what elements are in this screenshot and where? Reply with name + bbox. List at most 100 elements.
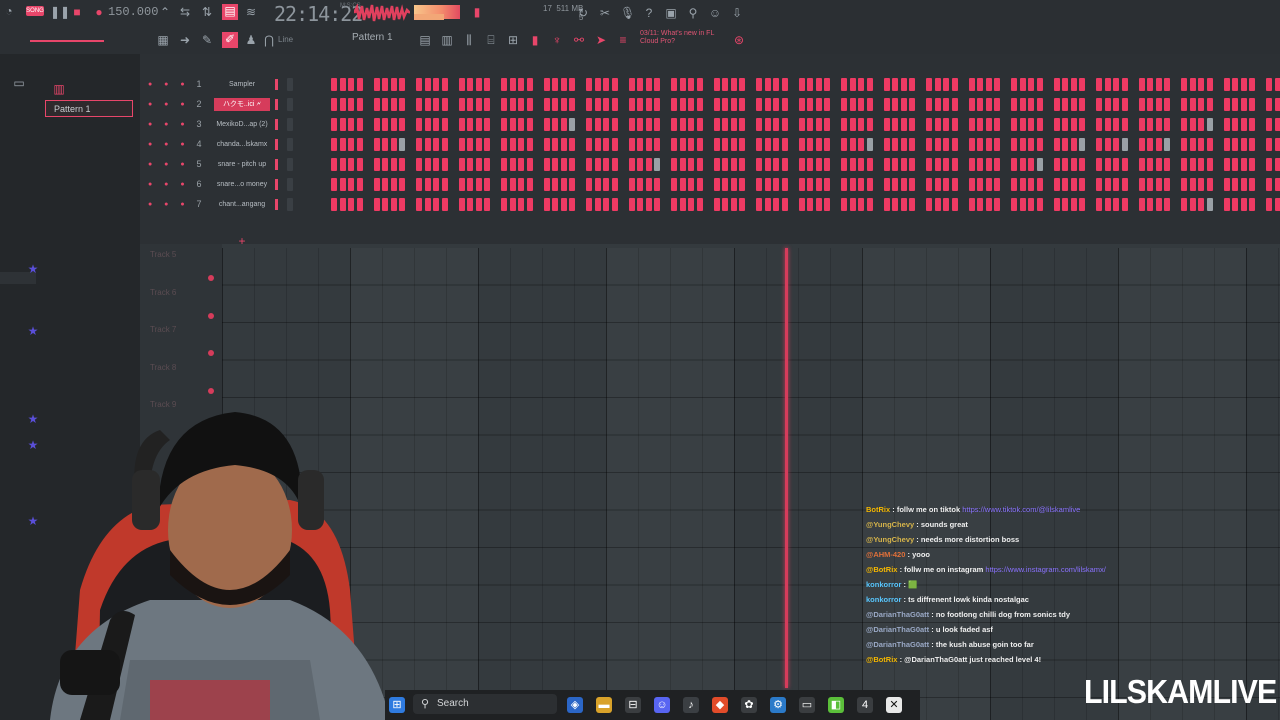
step-button[interactable] [671,98,677,111]
step-button[interactable] [1079,78,1085,91]
star-icon[interactable]: ★ [26,412,40,426]
chat-icon[interactable]: ☺ [708,6,722,20]
step-button[interactable] [1206,178,1213,191]
step-button[interactable] [1121,198,1128,211]
step-button[interactable] [552,78,558,91]
step-button[interactable] [1096,178,1102,191]
step-button[interactable] [1155,78,1162,91]
step-button[interactable] [943,98,949,111]
step-button[interactable] [985,118,992,131]
step-button[interactable] [798,98,805,111]
step-button[interactable] [569,78,575,91]
step-button[interactable] [1206,78,1213,91]
step-button[interactable] [722,158,728,171]
step-button[interactable] [994,98,1000,111]
channel-select-light[interactable] [275,99,278,110]
chat-username[interactable]: @DarianThaG0att [866,625,929,634]
step-button[interactable] [611,118,618,131]
step-button[interactable] [866,118,873,131]
step-button[interactable] [331,118,337,131]
step-button[interactable] [1232,198,1238,211]
step-button[interactable] [781,78,788,91]
step-button[interactable] [501,118,507,131]
step-button[interactable] [611,158,618,171]
step-button[interactable] [883,178,890,191]
step-button[interactable] [287,118,293,131]
step-button[interactable] [781,198,788,211]
step-button[interactable] [1240,118,1247,131]
step-button[interactable] [968,198,975,211]
step-button[interactable] [951,198,958,211]
step-button[interactable] [756,158,762,171]
windows-start-icon[interactable]: ⊞ [389,697,405,713]
step-button[interactable] [1198,138,1204,151]
step-button[interactable] [1274,98,1280,111]
step-button[interactable] [1121,178,1128,191]
taskbar-search[interactable]: ⚲ Search [413,694,557,714]
step-button[interactable] [458,118,465,131]
step-button[interactable] [764,198,771,211]
track-mute-button[interactable] [208,350,214,356]
step-button[interactable] [943,178,949,191]
step-button[interactable] [807,118,813,131]
step-button[interactable] [390,118,397,131]
step-button[interactable] [339,198,346,211]
step-button[interactable] [696,98,703,111]
step-button[interactable] [433,118,439,131]
step-button[interactable] [1028,178,1034,191]
step-button[interactable] [424,78,431,91]
step-button[interactable] [722,78,728,91]
step-button[interactable] [501,138,507,151]
step-button[interactable] [475,78,482,91]
step-button[interactable] [611,138,618,151]
step-button[interactable] [900,78,907,91]
step-button[interactable] [526,78,533,91]
step-button[interactable] [849,138,856,151]
step-button[interactable] [679,98,686,111]
step-button[interactable] [739,98,745,111]
step-sequencer[interactable] [287,158,1280,172]
step-button[interactable] [943,118,949,131]
step-button[interactable] [331,178,337,191]
step-button[interactable] [756,98,762,111]
step-button[interactable] [824,118,830,131]
chat-username[interactable]: konkorror [866,580,901,589]
step-button[interactable] [390,158,397,171]
step-button[interactable] [1053,118,1060,131]
step-button[interactable] [815,78,822,91]
step-button[interactable] [628,118,635,131]
step-button[interactable] [985,198,992,211]
step-button[interactable] [1036,78,1043,91]
step-button[interactable] [764,118,771,131]
step-button[interactable] [356,98,363,111]
chat-username[interactable]: konkorror [866,595,901,604]
step-button[interactable] [688,198,694,211]
step-button[interactable] [1198,118,1204,131]
step-button[interactable] [985,98,992,111]
step-button[interactable] [509,158,516,171]
step-button[interactable] [1189,138,1196,151]
step-button[interactable] [1079,198,1085,211]
step-button[interactable] [892,78,898,91]
step-button[interactable] [688,78,694,91]
step-button[interactable] [1155,118,1162,131]
track-label[interactable]: Track 5 [150,250,176,259]
step-button[interactable] [654,138,660,151]
step-button[interactable] [968,98,975,111]
steam-icon[interactable]: ⚙ [770,697,786,713]
step-button[interactable] [484,118,490,131]
fl-cloud-icon[interactable]: ⊛ [732,33,746,47]
mic-icon[interactable]: 🎙 [620,6,635,20]
step-button[interactable] [645,118,652,131]
step-button[interactable] [764,178,771,191]
step-button[interactable] [509,198,516,211]
step-button[interactable] [441,118,448,131]
blend-notes-icon[interactable]: ≋ [244,5,258,19]
step-button[interactable] [441,158,448,171]
step-button[interactable] [416,118,422,131]
step-button[interactable] [798,78,805,91]
step-button[interactable] [858,178,864,191]
step-button[interactable] [569,138,575,151]
step-button[interactable] [1036,158,1043,171]
step-button[interactable] [730,138,737,151]
